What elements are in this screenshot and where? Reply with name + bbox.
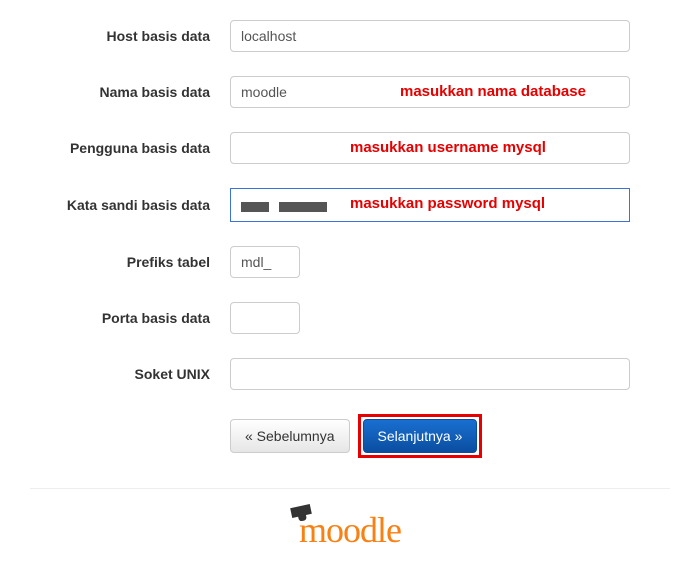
password-mask (241, 197, 333, 213)
field-dbsocket-row: Soket UNIX (30, 358, 670, 390)
label-prefix: Prefiks tabel (30, 254, 230, 270)
field-dbuser-row: Pengguna basis data masukkan username my… (30, 132, 670, 164)
input-dbsocket[interactable] (230, 358, 630, 390)
input-dbhost[interactable] (230, 20, 630, 52)
field-prefix-row: Prefiks tabel (30, 246, 670, 278)
field-dbhost-row: Host basis data (30, 20, 670, 52)
prev-button[interactable]: « Sebelumnya (230, 419, 350, 453)
label-dbhost: Host basis data (30, 28, 230, 44)
field-dbport-row: Porta basis data (30, 302, 670, 334)
input-prefix[interactable] (230, 246, 300, 278)
input-dbuser[interactable] (230, 132, 630, 164)
field-dbname-row: Nama basis data masukkan nama database (30, 76, 670, 108)
next-button-highlight: Selanjutnya » (358, 414, 483, 458)
label-dbname: Nama basis data (30, 84, 230, 100)
field-dbpass-row: Kata sandi basis data masukkan password … (30, 188, 670, 222)
label-dbport: Porta basis data (30, 310, 230, 326)
input-dbname[interactable] (230, 76, 630, 108)
next-button[interactable]: Selanjutnya » (363, 419, 478, 453)
db-settings-form: Host basis data Nama basis data masukkan… (0, 0, 700, 478)
navigation-buttons: « Sebelumnya Selanjutnya » (230, 414, 670, 458)
footer-logo-container: moodle (0, 489, 700, 561)
input-dbport[interactable] (230, 302, 300, 334)
label-dbpass: Kata sandi basis data (30, 197, 230, 213)
moodle-logo: moodle (299, 509, 401, 551)
label-dbsocket: Soket UNIX (30, 366, 230, 382)
label-dbuser: Pengguna basis data (30, 140, 230, 156)
input-dbpass[interactable] (230, 188, 630, 222)
logo-text: moodle (299, 510, 401, 550)
